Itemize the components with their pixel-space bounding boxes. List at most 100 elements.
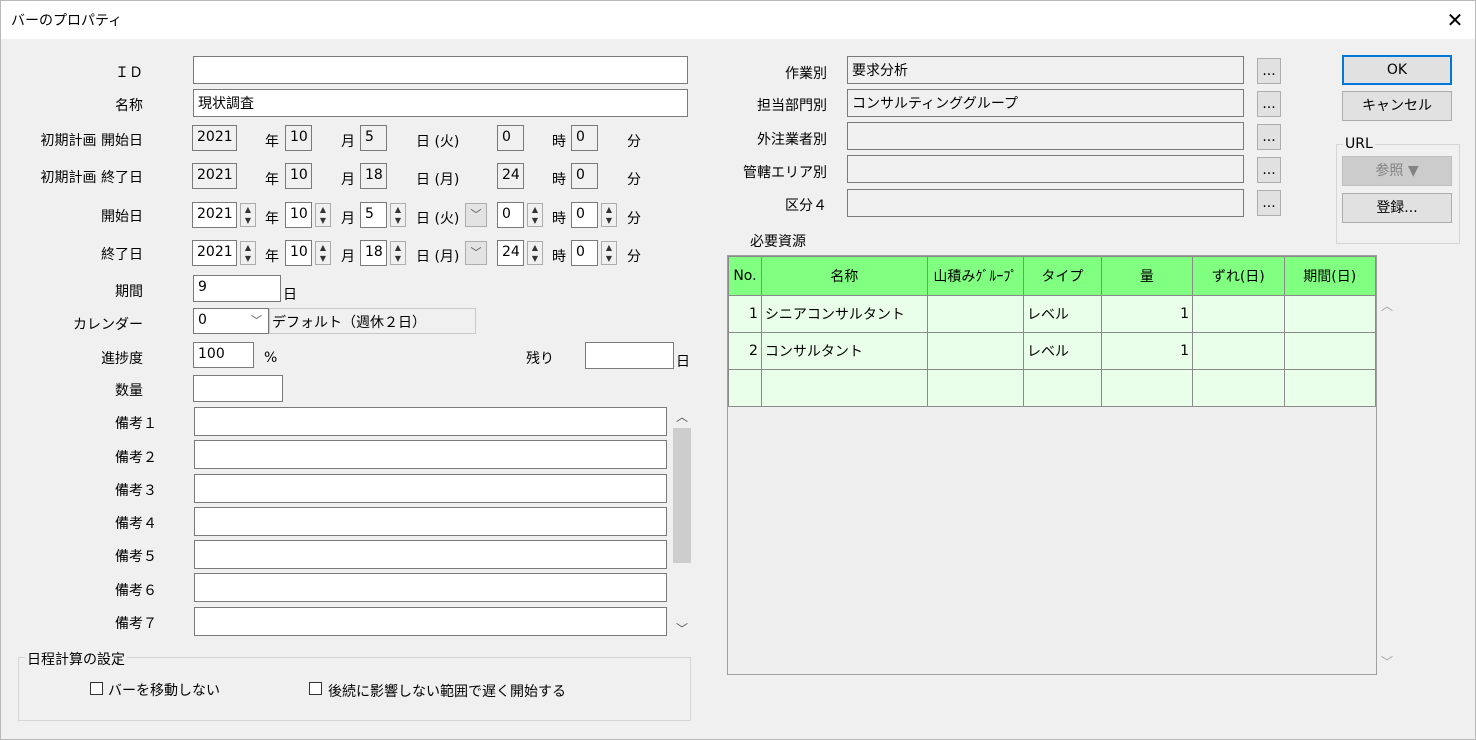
initial-start-weekday: 日 (火) (416, 134, 460, 150)
browse-button[interactable]: 参照 ▼ (1342, 156, 1452, 186)
grid-header-name[interactable]: 名称 (760, 256, 928, 296)
grid-header-amount[interactable]: 量 (1100, 256, 1194, 296)
row-amount[interactable] (1100, 369, 1194, 407)
end-hour-input[interactable]: 24 (497, 240, 524, 266)
end-year-input[interactable]: 2021 (192, 240, 237, 266)
close-icon[interactable]: ✕ (1439, 5, 1471, 35)
row-no[interactable] (728, 369, 762, 407)
row-type[interactable]: レベル (1023, 332, 1102, 370)
note-2-input[interactable] (194, 440, 667, 469)
no-move-checkbox[interactable] (90, 682, 103, 695)
scroll-down-icon[interactable]: ﹀ (672, 620, 692, 637)
row-duration[interactable] (1283, 295, 1376, 333)
table-row[interactable]: 2 コンサルタント レベル 1 (728, 332, 1376, 370)
scrollbar-thumb[interactable] (673, 428, 691, 563)
initial-end-year: 2021 (192, 163, 237, 189)
row-group[interactable] (926, 295, 1025, 333)
row-no[interactable]: 2 (728, 332, 762, 370)
period-input[interactable]: 9 (193, 275, 281, 302)
class4-ellipsis-button[interactable]: ... (1257, 190, 1281, 216)
note-1-input[interactable] (194, 407, 667, 436)
month-unit: 月 (341, 134, 355, 150)
name-field[interactable]: 現状調査 (193, 89, 688, 117)
end-minute-spinner[interactable]: ▲ ▼ (601, 241, 617, 265)
calendar-select-value: 0 (198, 312, 207, 328)
grid-scroll-up-icon[interactable]: ︿ (1381, 297, 1393, 314)
row-name[interactable] (760, 369, 928, 407)
start-date-picker-chevron-icon[interactable]: ﹀ (465, 203, 487, 227)
row-amount[interactable]: 1 (1100, 332, 1194, 370)
start-minute-spinner[interactable]: ▲ ▼ (601, 203, 617, 227)
late-start-checkbox[interactable] (309, 682, 322, 695)
row-amount[interactable]: 1 (1100, 295, 1194, 333)
start-month-input[interactable]: 10 (285, 202, 312, 228)
progress-unit: % (264, 350, 278, 366)
note-4-input[interactable] (194, 507, 667, 536)
note-7-input[interactable] (194, 607, 667, 636)
work-category-field: 要求分析 (847, 56, 1244, 84)
start-year-input[interactable]: 2021 (192, 202, 237, 228)
dept-ellipsis-button[interactable]: ... (1257, 91, 1281, 117)
row-name[interactable]: コンサルタント (760, 332, 928, 370)
resources-label: 必要資源 (750, 234, 806, 250)
remaining-unit: 日 (676, 354, 690, 370)
note-6-input[interactable] (194, 573, 667, 602)
class4-field (847, 189, 1244, 217)
minute-unit: 分 (627, 134, 641, 150)
remaining-input[interactable] (585, 342, 674, 369)
ok-button[interactable]: OK (1342, 55, 1452, 85)
row-name[interactable]: シニアコンサルタント (760, 295, 928, 333)
start-hour-input[interactable]: 0 (497, 202, 524, 228)
start-hour-spinner[interactable]: ▲ ▼ (527, 203, 543, 227)
progress-input[interactable]: 100 (193, 342, 254, 368)
area-ellipsis-button[interactable]: ... (1257, 157, 1281, 183)
row-offset[interactable] (1192, 295, 1285, 333)
register-button[interactable]: 登録... (1342, 193, 1452, 223)
end-hour-spinner[interactable]: ▲ ▼ (527, 241, 543, 265)
note-5-input[interactable] (194, 540, 667, 569)
row-group[interactable] (926, 369, 1025, 407)
grid-header-offset[interactable]: ずれ(日) (1192, 256, 1285, 296)
scroll-up-icon[interactable]: ︿ (672, 408, 692, 425)
work-category-ellipsis-button[interactable]: ... (1257, 58, 1281, 84)
start-day-input[interactable]: 5 (360, 202, 387, 228)
end-date-picker-chevron-icon[interactable]: ﹀ (465, 241, 487, 265)
row-duration[interactable] (1283, 369, 1376, 407)
grid-header-no[interactable]: No. (728, 256, 762, 296)
end-month-spinner[interactable]: ▲ ▼ (315, 241, 331, 265)
row-offset[interactable] (1192, 369, 1285, 407)
id-field[interactable] (193, 56, 688, 84)
end-day-input[interactable]: 18 (360, 240, 387, 266)
resources-grid[interactable]: No. 名称 山積みｸﾞﾙｰﾌﾟ タイプ 量 ずれ(日) 期間(日) 1 シニア… (727, 255, 1377, 675)
grid-header-group[interactable]: 山積みｸﾞﾙｰﾌﾟ (926, 256, 1025, 296)
table-row[interactable]: 1 シニアコンサルタント レベル 1 (728, 295, 1376, 333)
table-row[interactable] (728, 369, 1376, 407)
end-month-input[interactable]: 10 (285, 240, 312, 266)
note-4-label: 備考４ (115, 516, 157, 532)
vendor-ellipsis-button[interactable]: ... (1257, 124, 1281, 150)
note-3-input[interactable] (194, 474, 667, 503)
start-month-spinner[interactable]: ▲ ▼ (315, 203, 331, 227)
row-offset[interactable] (1192, 332, 1285, 370)
notes-scrollbar[interactable]: ︿ ﹀ (672, 408, 692, 638)
note-3-label: 備考３ (115, 483, 157, 499)
end-minute-input[interactable]: 0 (571, 240, 598, 266)
row-no[interactable]: 1 (728, 295, 762, 333)
end-year-spinner[interactable]: ▲ ▼ (240, 241, 256, 265)
hour-unit: 時 (552, 134, 566, 150)
quantity-input[interactable] (193, 375, 283, 402)
row-type[interactable] (1023, 369, 1102, 407)
grid-scroll-down-icon[interactable]: ﹀ (1381, 653, 1393, 670)
cancel-button[interactable]: キャンセル (1342, 91, 1452, 121)
row-duration[interactable] (1283, 332, 1376, 370)
start-minute-input[interactable]: 0 (571, 202, 598, 228)
row-group[interactable] (926, 332, 1025, 370)
initial-end-label: 初期計画 終了日 (40, 170, 143, 186)
row-type[interactable]: レベル (1023, 295, 1102, 333)
grid-header-type[interactable]: タイプ (1023, 256, 1102, 296)
end-day-spinner[interactable]: ▲ ▼ (390, 241, 406, 265)
start-year-spinner[interactable]: ▲ ▼ (240, 203, 256, 227)
start-day-spinner[interactable]: ▲ ▼ (390, 203, 406, 227)
calendar-select[interactable]: 0 ﹀ (193, 308, 269, 334)
grid-header-duration[interactable]: 期間(日) (1283, 256, 1376, 296)
